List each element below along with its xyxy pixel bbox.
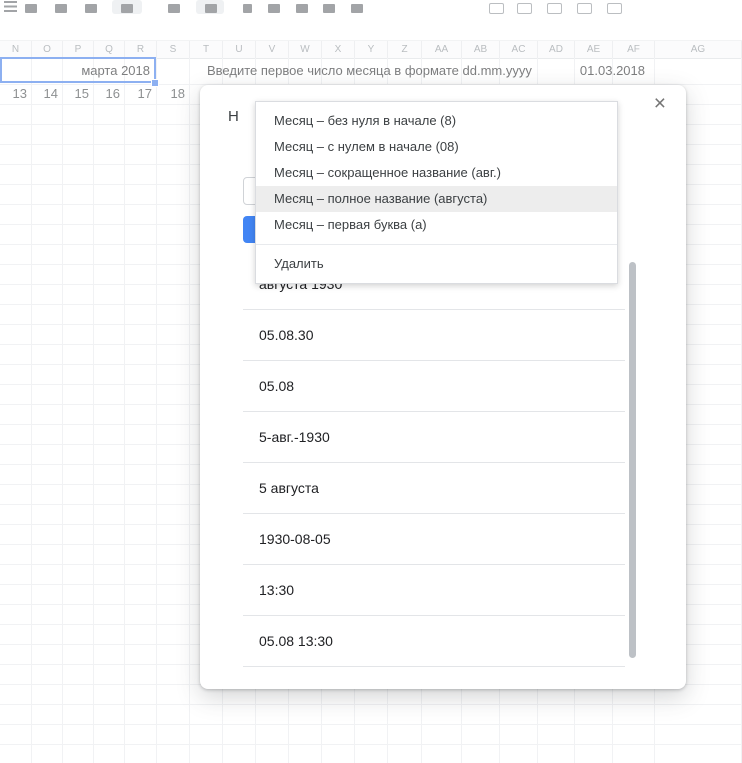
close-icon[interactable]: × [654, 93, 666, 114]
menu-item[interactable]: Месяц – первая буква (а) [256, 212, 617, 238]
month-format-menu-items: Месяц – без нуля в начале (8) Месяц – с н… [256, 108, 617, 238]
format-examples-list: августа 1930 05.08.30 05.08 5-авг.-1930 5 ав… [243, 259, 625, 667]
format-example-row[interactable]: 05.08.30 [243, 310, 625, 361]
menu-item[interactable]: Месяц – сокращенное название (авг.) [256, 160, 617, 186]
spreadsheet-app: N O P Q R S T U V W X Y Z AA AB AC AD AE AF AG марта 2018 В… [0, 0, 742, 763]
format-example-row[interactable]: 05.08 13:30 [243, 616, 625, 667]
menu-separator [256, 244, 617, 245]
format-example-row[interactable]: 05.08 [243, 361, 625, 412]
menu-item[interactable]: Месяц – без нуля в начале (8) [256, 108, 617, 134]
menu-item[interactable]: Месяц – с нулем в начале (08) [256, 134, 617, 160]
dialog-title: Н [228, 108, 239, 125]
format-example-row[interactable]: 1930-08-05 [243, 514, 625, 565]
examples-scrollbar[interactable] [629, 262, 636, 658]
month-format-menu: Месяц – без нуля в начале (8) Месяц – с н… [255, 101, 618, 284]
format-example-row[interactable]: 13:30 [243, 565, 625, 616]
format-example-row[interactable]: 5-авг.-1930 [243, 412, 625, 463]
menu-item-delete[interactable]: Удалить [256, 251, 617, 277]
menu-item[interactable]: Месяц – полное название (августа) [256, 186, 617, 212]
format-example-row[interactable]: 5 августа [243, 463, 625, 514]
